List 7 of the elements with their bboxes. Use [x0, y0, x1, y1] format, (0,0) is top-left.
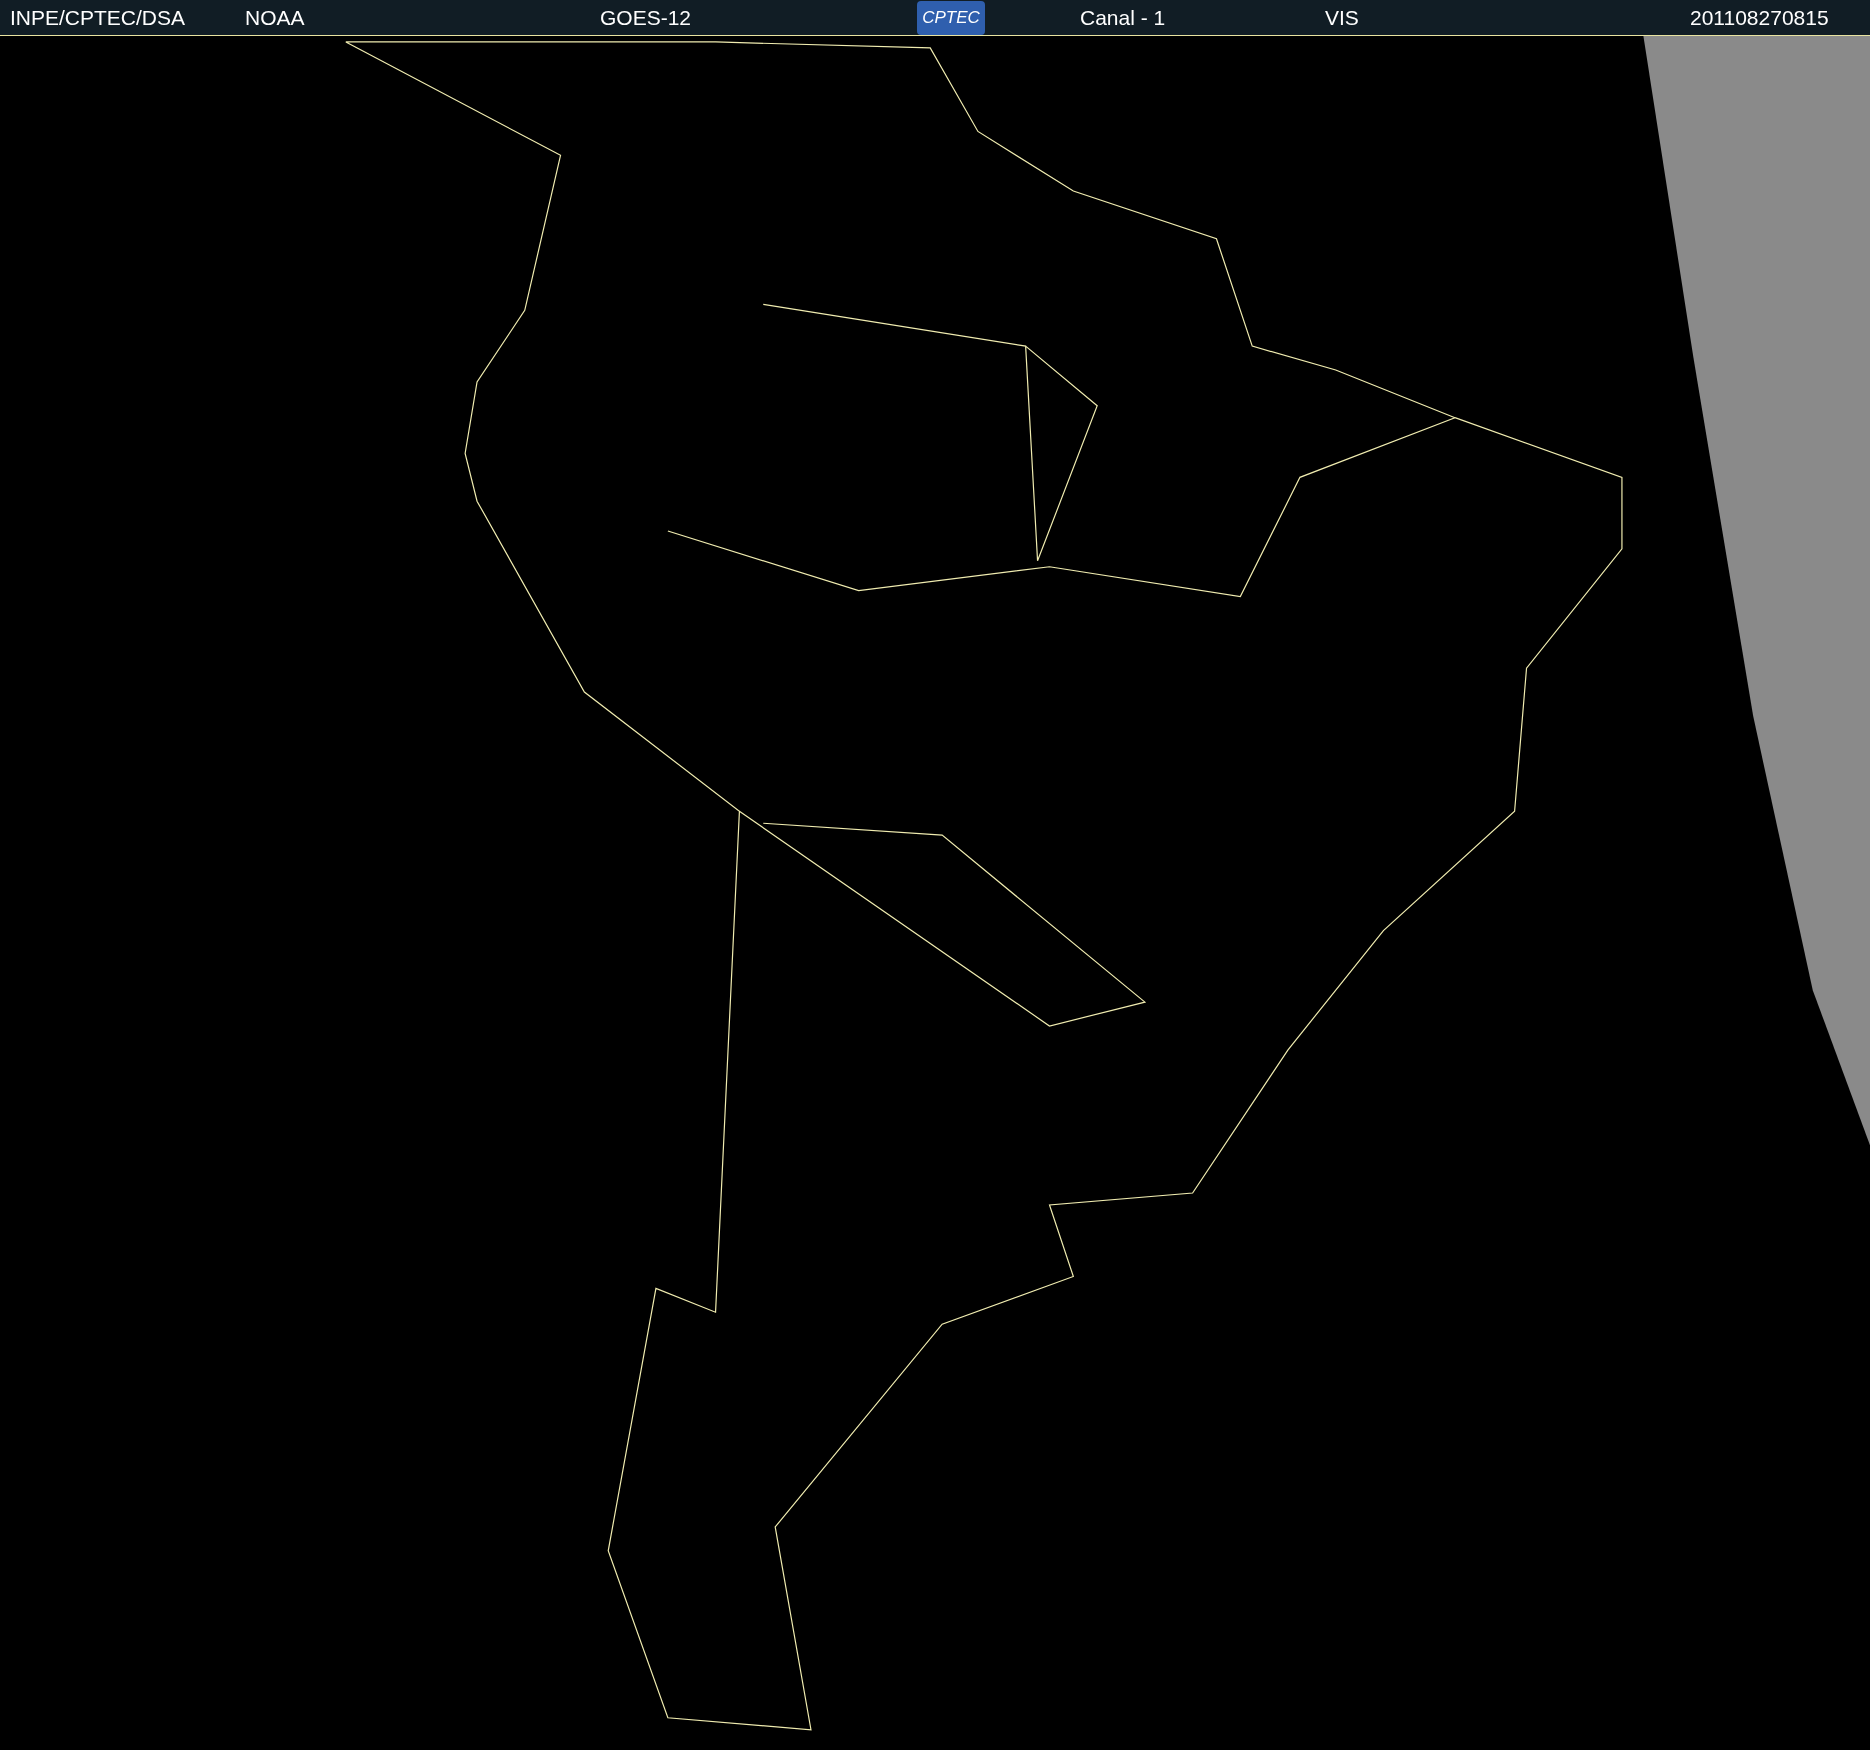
- header-label: Canal - 1: [1080, 5, 1166, 31]
- cptec-logo: CPTEC: [917, 1, 985, 35]
- header-label: NOAA: [245, 5, 305, 31]
- header-label: 201108270815: [1690, 5, 1829, 31]
- header-label: VIS: [1325, 5, 1359, 31]
- header-label: GOES-12: [600, 5, 692, 31]
- header-label: INPE/CPTEC/DSA: [10, 5, 186, 31]
